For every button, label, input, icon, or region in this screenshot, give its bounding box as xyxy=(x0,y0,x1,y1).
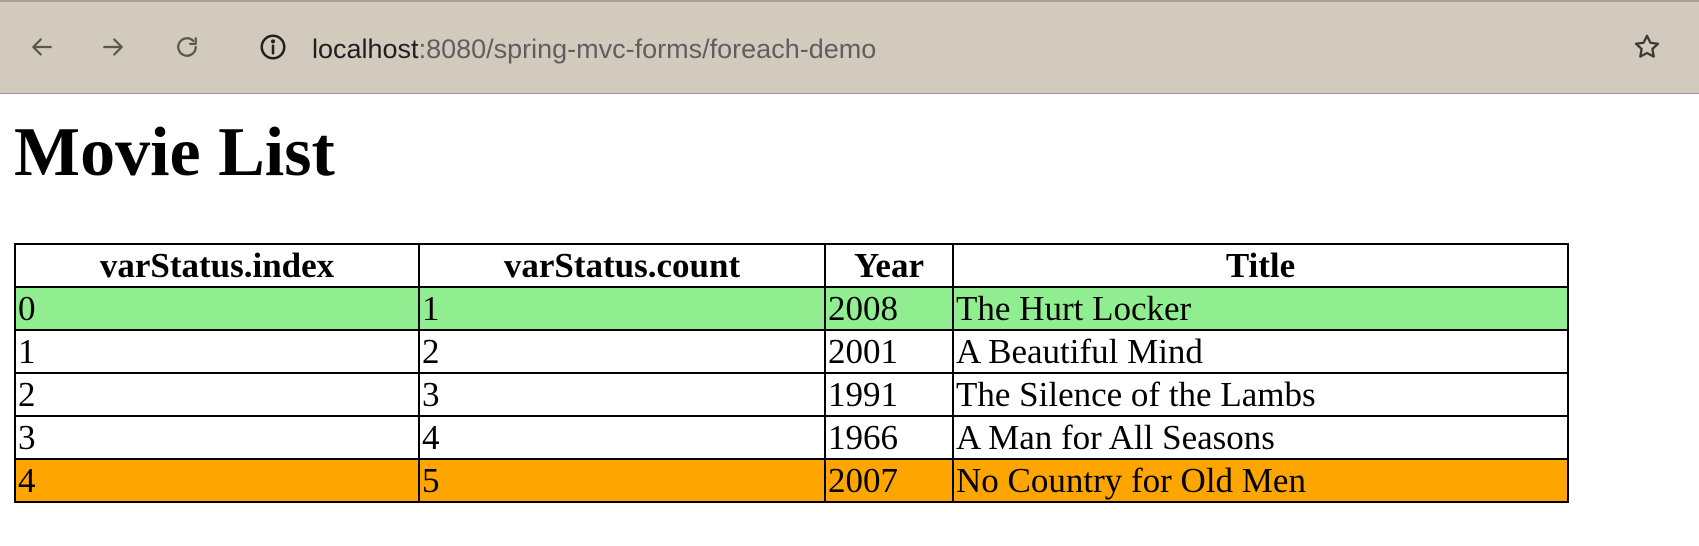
forward-button[interactable] xyxy=(96,30,130,64)
cell-index: 1 xyxy=(14,329,420,374)
cell-title: The Hurt Locker xyxy=(952,286,1569,331)
table-row: 3 4 1966 A Man for All Seasons xyxy=(14,415,1569,460)
bookmark-button[interactable] xyxy=(1630,30,1664,64)
table-row: 0 1 2008 The Hurt Locker xyxy=(14,286,1569,331)
cell-year: 2001 xyxy=(824,329,954,374)
back-button[interactable] xyxy=(25,30,59,64)
table-header-row: varStatus.index varStatus.count Year Tit… xyxy=(14,243,1569,288)
cell-index: 3 xyxy=(14,415,420,460)
cell-title: A Man for All Seasons xyxy=(952,415,1569,460)
url-path: :8080/spring-mvc-forms/foreach-demo xyxy=(418,34,877,64)
browser-toolbar: localhost:8080/spring-mvc-forms/foreach-… xyxy=(0,0,1699,94)
movie-table: varStatus.index varStatus.count Year Tit… xyxy=(14,243,1569,503)
table-row: 4 5 2007 No Country for Old Men xyxy=(14,458,1569,503)
site-info-button[interactable] xyxy=(256,30,290,64)
cell-year: 2008 xyxy=(824,286,954,331)
cell-year: 2007 xyxy=(824,458,954,503)
cell-count: 1 xyxy=(418,286,826,331)
header-title: Title xyxy=(952,243,1569,288)
header-count: varStatus.count xyxy=(418,243,826,288)
cell-index: 4 xyxy=(14,458,420,503)
cell-year: 1991 xyxy=(824,372,954,417)
address-bar[interactable]: localhost:8080/spring-mvc-forms/foreach-… xyxy=(312,32,876,66)
star-icon xyxy=(1634,34,1660,58)
cell-index: 0 xyxy=(14,286,420,331)
arrow-left-icon xyxy=(32,38,52,56)
reload-icon xyxy=(177,37,197,57)
cell-title: The Silence of the Lambs xyxy=(952,372,1569,417)
table-row: 1 2 2001 A Beautiful Mind xyxy=(14,329,1569,374)
cell-year: 1966 xyxy=(824,415,954,460)
url-host: localhost xyxy=(312,34,419,64)
cell-count: 5 xyxy=(418,458,826,503)
cell-count: 3 xyxy=(418,372,826,417)
header-index: varStatus.index xyxy=(14,243,420,288)
reload-button[interactable] xyxy=(170,30,204,64)
cell-title: No Country for Old Men xyxy=(952,458,1569,503)
cell-count: 2 xyxy=(418,329,826,374)
info-icon xyxy=(260,34,286,60)
cell-index: 2 xyxy=(14,372,420,417)
page-title: Movie List xyxy=(14,114,335,191)
cell-count: 4 xyxy=(418,415,826,460)
cell-title: A Beautiful Mind xyxy=(952,329,1569,374)
table-row: 2 3 1991 The Silence of the Lambs xyxy=(14,372,1569,417)
arrow-right-icon xyxy=(103,38,123,56)
header-year: Year xyxy=(824,243,954,288)
